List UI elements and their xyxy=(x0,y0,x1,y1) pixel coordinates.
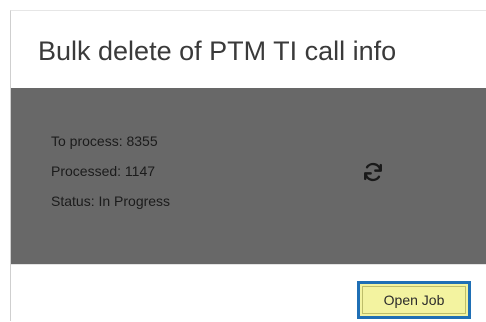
to-process-count: To process: 8355 xyxy=(51,133,158,149)
open-job-button[interactable]: Open Job xyxy=(357,281,471,319)
status-text: Status: In Progress xyxy=(51,193,171,209)
dialog-title: Bulk delete of PTM TI call info xyxy=(38,36,397,66)
bulk-delete-dialog: Bulk delete of PTM TI call info To proce… xyxy=(10,10,486,322)
dialog-footer: Open Job xyxy=(11,264,486,322)
progress-panel: To process: 8355 Processed: 1147 Status:… xyxy=(11,88,486,264)
refresh-icon xyxy=(364,162,382,182)
processed-count: Processed: 1147 xyxy=(51,163,156,179)
open-job-label: Open Job xyxy=(362,286,466,314)
dialog-header: Bulk delete of PTM TI call info xyxy=(11,11,486,88)
